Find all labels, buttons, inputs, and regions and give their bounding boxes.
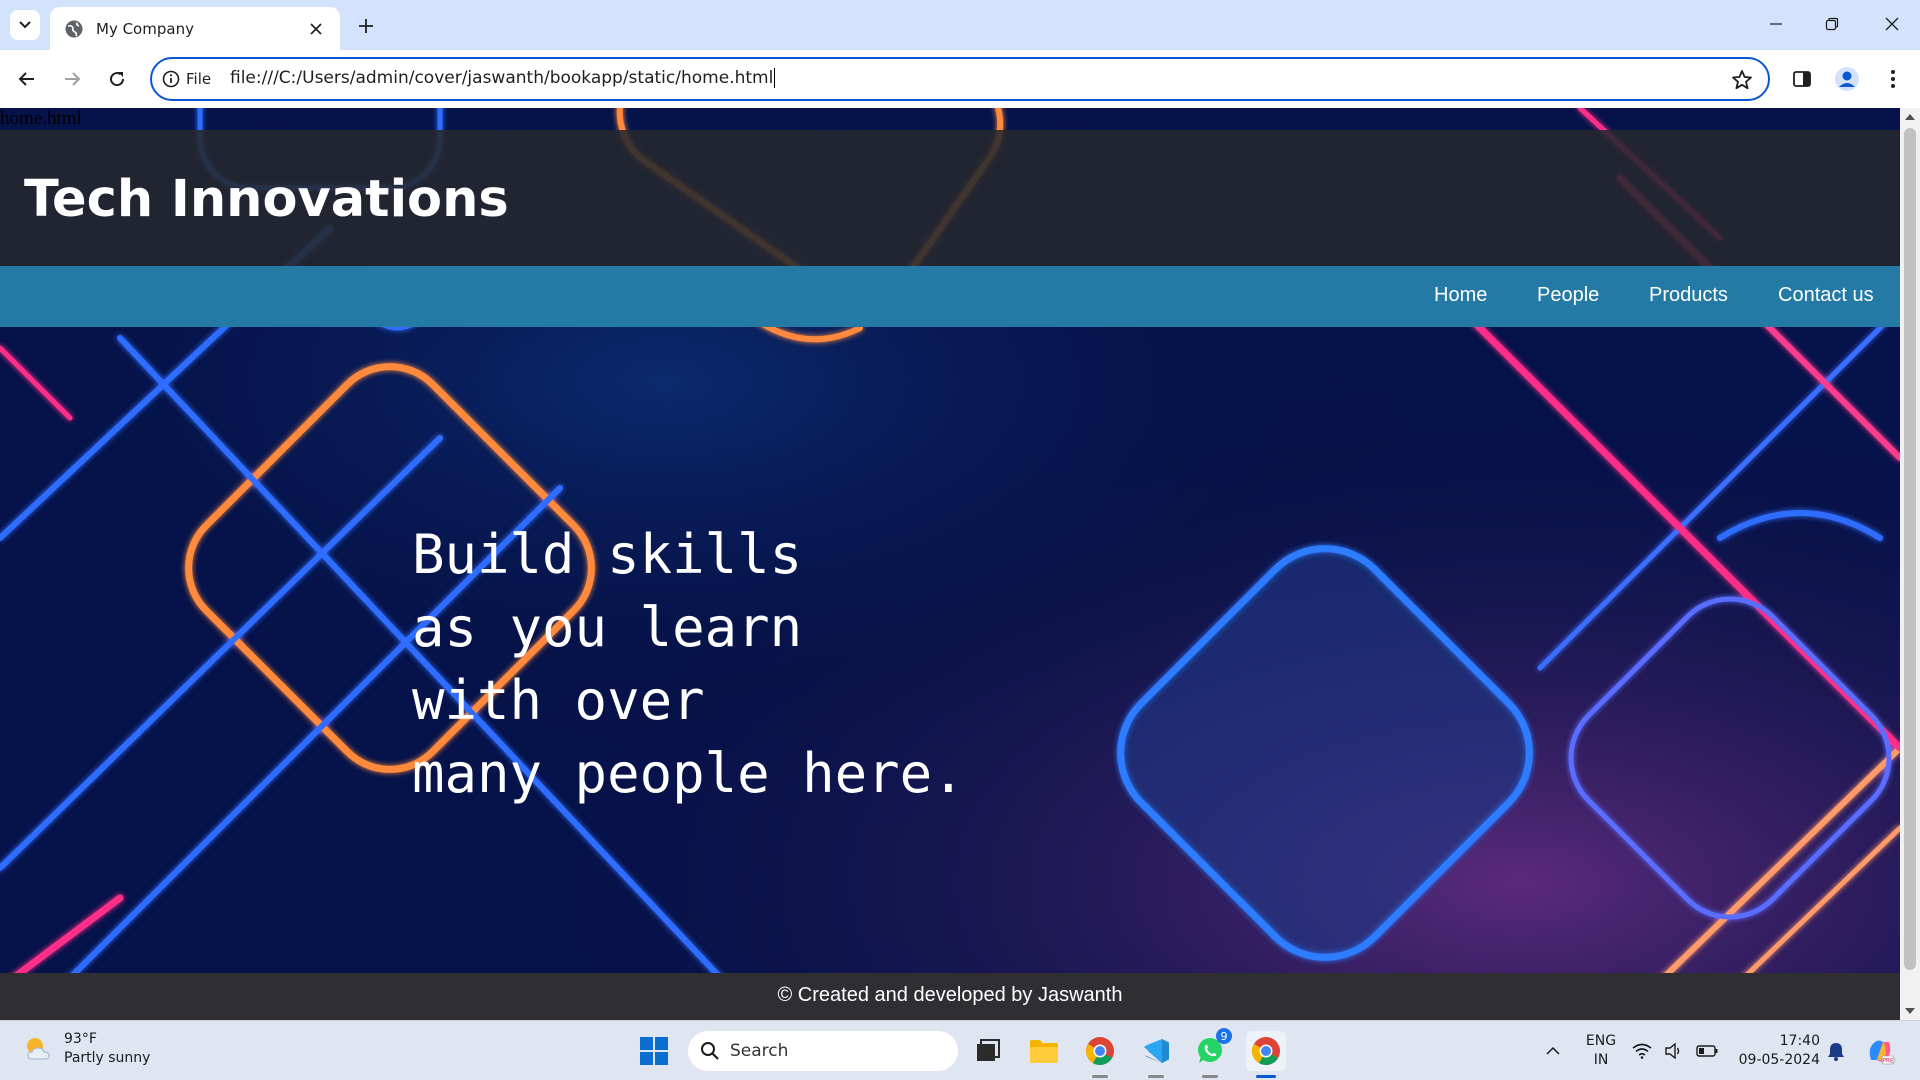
nav-link-home[interactable]: Home xyxy=(1434,284,1487,307)
star-icon[interactable] xyxy=(1730,68,1754,92)
site-footer: © Created and developed by Jaswanth xyxy=(0,973,1900,1020)
whatsapp-icon[interactable]: 9 xyxy=(1190,1028,1232,1078)
menu-icon[interactable] xyxy=(1877,63,1909,95)
weather-temp: 93°F xyxy=(64,1031,97,1047)
nav-link-contact-us[interactable]: Contact us xyxy=(1778,284,1874,307)
forward-icon[interactable] xyxy=(56,63,88,95)
volume-icon[interactable] xyxy=(1662,1031,1686,1071)
site-info-chip[interactable]: File xyxy=(162,67,211,91)
nav-link-products[interactable]: Products xyxy=(1649,284,1728,307)
hero-line: with over xyxy=(412,669,705,732)
page-scrollbar[interactable] xyxy=(1900,108,1920,1020)
battery-icon[interactable] xyxy=(1694,1031,1720,1071)
svg-text:PRE: PRE xyxy=(1882,1058,1894,1065)
scroll-thumb[interactable] xyxy=(1904,128,1916,970)
side-panel-icon[interactable] xyxy=(1786,63,1818,95)
hero-line: Build skills xyxy=(412,523,803,586)
footer-text: © Created and developed by Jaswanth xyxy=(777,984,1123,1006)
tab-strip: My Company xyxy=(0,0,1920,50)
close-icon[interactable] xyxy=(306,19,326,39)
back-icon[interactable] xyxy=(11,63,43,95)
clock[interactable]: 17:40 09-05-2024 xyxy=(1732,1032,1820,1070)
omnibox-chip-label: File xyxy=(186,70,212,88)
site-title: Tech Innovations xyxy=(24,170,509,229)
tab-search-icon[interactable] xyxy=(10,10,40,40)
weather-widget[interactable]: 93°F Partly sunny xyxy=(22,1030,150,1068)
wifi-icon[interactable] xyxy=(1630,1031,1654,1071)
windows-icon[interactable] xyxy=(634,1031,674,1071)
profile-icon[interactable] xyxy=(1831,63,1863,95)
globe-icon xyxy=(65,20,83,37)
vscode-icon[interactable] xyxy=(1136,1031,1176,1078)
taskbar: 93°F Partly sunny Search 9 ENG IN 17:40 … xyxy=(0,1020,1920,1080)
hero-text: Build skills as you learn with over many… xyxy=(412,518,965,810)
weather-desc: Partly sunny xyxy=(64,1050,151,1066)
chevron-up-icon[interactable] xyxy=(1533,1031,1573,1071)
browser-toolbar: File file:///C:/Users/admin/cover/jaswan… xyxy=(0,50,1920,108)
search-icon xyxy=(701,1042,719,1060)
restore-button[interactable] xyxy=(1804,0,1860,48)
chrome-icon[interactable] xyxy=(1080,1031,1120,1078)
hero-line: as you learn xyxy=(412,596,803,659)
site-header: Tech Innovations xyxy=(0,130,1900,266)
tab-title: My Company xyxy=(96,19,194,38)
language-indicator[interactable]: ENG IN xyxy=(1582,1032,1620,1070)
nav-link-people[interactable]: People xyxy=(1537,284,1599,307)
page-filename: home.html xyxy=(0,108,82,129)
chrome-active-icon[interactable] xyxy=(1246,1031,1286,1078)
hero-line: many people here. xyxy=(412,742,965,805)
task-view-icon[interactable] xyxy=(968,1031,1008,1071)
page-viewport: home.html Tech Innovations Home People P… xyxy=(0,108,1900,1020)
site-nav: Home People Products Contact us xyxy=(0,266,1900,327)
scroll-down-icon[interactable] xyxy=(1905,1008,1915,1014)
minimize-button[interactable] xyxy=(1748,0,1804,48)
tab-my-company[interactable]: My Company xyxy=(50,7,340,50)
copilot-icon[interactable]: PRE xyxy=(1860,1031,1900,1071)
plus-icon[interactable] xyxy=(352,12,380,40)
partly-sunny-icon xyxy=(27,1038,50,1060)
info-icon xyxy=(162,70,180,88)
whatsapp-badge: 9 xyxy=(1216,1028,1232,1044)
taskbar-search[interactable]: Search xyxy=(688,1031,958,1071)
bell-icon[interactable] xyxy=(1824,1031,1848,1071)
reload-icon[interactable] xyxy=(101,63,133,95)
address-bar[interactable]: File file:///C:/Users/admin/cover/jaswan… xyxy=(150,57,1770,101)
folder-icon[interactable] xyxy=(1024,1031,1064,1071)
search-placeholder: Search xyxy=(730,1041,789,1061)
scroll-up-icon[interactable] xyxy=(1905,114,1915,120)
url-text[interactable]: file:///C:/Users/admin/cover/jaswanth/bo… xyxy=(230,68,776,88)
close-window-button[interactable] xyxy=(1864,0,1920,48)
